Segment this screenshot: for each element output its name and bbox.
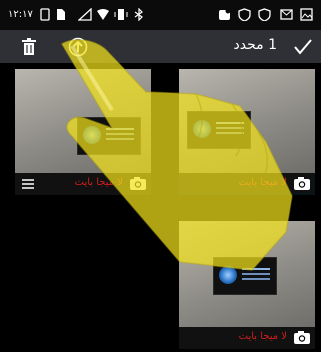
- photo-thumbnail: [179, 221, 315, 327]
- status-bar: ١٢:١٧: [0, 0, 321, 30]
- menu-icon[interactable]: [21, 178, 35, 190]
- selected-count: 1 محدد: [233, 37, 278, 53]
- bluetooth-icon: [134, 8, 143, 21]
- photo-tile[interactable]: لا ميجا بايت: [179, 221, 315, 349]
- wifi-icon: [97, 9, 109, 20]
- selection-action-bar: 1 محدد: [0, 30, 321, 63]
- photo-tile[interactable]: لا ميجا بايت: [15, 69, 151, 195]
- photo-thumbnail: [179, 69, 315, 173]
- trash-icon: [22, 37, 36, 55]
- status-time: ١٢:١٧: [8, 9, 33, 20]
- signal-icon: [78, 8, 92, 21]
- vibrate-icon: [114, 9, 128, 20]
- tile-caption: لا ميجا بايت: [238, 177, 287, 188]
- gallery-icon: [300, 8, 313, 21]
- sim-icon: [40, 8, 50, 21]
- checkmark-icon: [294, 38, 312, 55]
- file-icon: [57, 9, 65, 20]
- delete-button[interactable]: [16, 30, 42, 63]
- camera-icon: [130, 177, 146, 190]
- upload-icon: [68, 37, 88, 56]
- tile-caption: لا ميجا بايت: [74, 177, 123, 188]
- confirm-button[interactable]: [290, 30, 316, 63]
- mail-icon: [280, 9, 293, 20]
- tile-info-bar: لا ميجا بايت: [179, 173, 315, 195]
- shield-icon: [238, 8, 251, 21]
- camera-icon: [294, 331, 310, 344]
- photo-tile-selected[interactable]: لا ميجا بايت: [179, 69, 315, 195]
- business-card-image: [187, 111, 251, 149]
- business-card-image: [213, 257, 277, 295]
- business-card-image: [77, 117, 141, 155]
- notification-icon: [219, 8, 231, 20]
- upload-button[interactable]: [64, 30, 92, 63]
- camera-icon: [294, 177, 310, 190]
- photo-thumbnail: [15, 69, 151, 173]
- tile-caption: لا ميجا بايت: [238, 331, 287, 342]
- shield-icon: [258, 8, 271, 21]
- tile-info-bar: لا ميجا بايت: [15, 173, 151, 195]
- photo-grid: لا ميجا بايت لا ميجا بايت لا ميجا بايت: [0, 63, 321, 352]
- tile-info-bar: لا ميجا بايت: [179, 327, 315, 349]
